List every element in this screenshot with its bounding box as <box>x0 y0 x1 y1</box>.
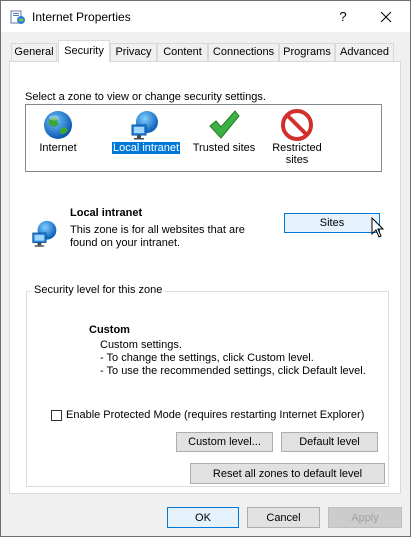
tab-privacy[interactable]: Privacy <box>110 43 157 61</box>
tab-security[interactable]: Security <box>58 40 110 62</box>
zone-trusted-sites[interactable]: Trusted sites <box>189 105 259 171</box>
zone-restricted-sites[interactable]: Restricted sites <box>266 105 328 171</box>
internet-properties-icon <box>10 10 25 24</box>
custom-level-button[interactable]: Custom level... <box>176 432 273 452</box>
dialog-client: General Security Privacy Content Connect… <box>1 32 410 536</box>
apply-button[interactable]: Apply <box>328 507 402 528</box>
default-level-button[interactable]: Default level <box>281 432 378 452</box>
checkbox-box[interactable] <box>51 410 62 421</box>
custom-desc-line: Custom settings. <box>100 339 182 351</box>
globe-icon <box>44 111 72 139</box>
sites-button[interactable]: Sites <box>284 213 380 233</box>
tab-content[interactable]: Content <box>157 43 208 61</box>
zone-label: Local intranet <box>110 141 182 155</box>
ok-button[interactable]: OK <box>167 507 239 528</box>
intranet-globe-icon <box>131 111 158 140</box>
tab-programs[interactable]: Programs <box>279 43 335 61</box>
zone-label: Trusted sites <box>192 142 256 154</box>
tab-advanced[interactable]: Advanced <box>335 43 394 61</box>
security-tab-panel: Select a zone to view or change security… <box>9 61 401 494</box>
security-level-group-label: Security level for this zone <box>31 284 166 296</box>
zone-internet[interactable]: Internet <box>30 105 86 171</box>
intranet-globe-icon <box>32 220 57 247</box>
zone-local-intranet[interactable]: Local intranet <box>110 105 182 171</box>
zone-info-line: found on your intranet. <box>70 237 181 249</box>
security-level-group <box>26 291 389 487</box>
tab-general[interactable]: General <box>11 43 57 61</box>
zone-prompt-label: Select a zone to view or change security… <box>25 91 266 103</box>
zone-info-description: This zone is for all websites that are f… <box>70 224 270 250</box>
internet-properties-window: Internet Properties ? General Security P… <box>0 0 411 537</box>
cancel-button[interactable]: Cancel <box>247 507 320 528</box>
custom-level-title: Custom <box>89 324 130 336</box>
zone-info-line: This zone is for all websites that are <box>70 224 245 236</box>
zone-label: Internet <box>39 142 77 154</box>
no-entry-icon <box>281 109 313 141</box>
zone-list: Internet Local intranet Trusted sites Re… <box>25 104 382 172</box>
help-button[interactable]: ? <box>329 5 357 29</box>
protected-mode-label: Enable Protected Mode (requires restarti… <box>66 409 365 421</box>
checkmark-icon <box>209 110 240 139</box>
zone-info-title: Local intranet <box>70 207 143 219</box>
zone-label: Restricted sites <box>272 142 322 166</box>
title-bar[interactable]: Internet Properties ? <box>1 1 410 32</box>
close-icon[interactable] <box>371 5 401 29</box>
custom-desc-line: - To use the recommended settings, click… <box>100 365 366 377</box>
reset-all-zones-button[interactable]: Reset all zones to default level <box>190 463 385 484</box>
custom-desc-line: - To change the settings, click Custom l… <box>100 352 314 364</box>
tab-connections[interactable]: Connections <box>208 43 279 61</box>
tab-strip: General Security Privacy Content Connect… <box>1 32 410 62</box>
window-title: Internet Properties <box>32 10 131 24</box>
custom-level-description: Custom settings. - To change the setting… <box>100 339 366 378</box>
